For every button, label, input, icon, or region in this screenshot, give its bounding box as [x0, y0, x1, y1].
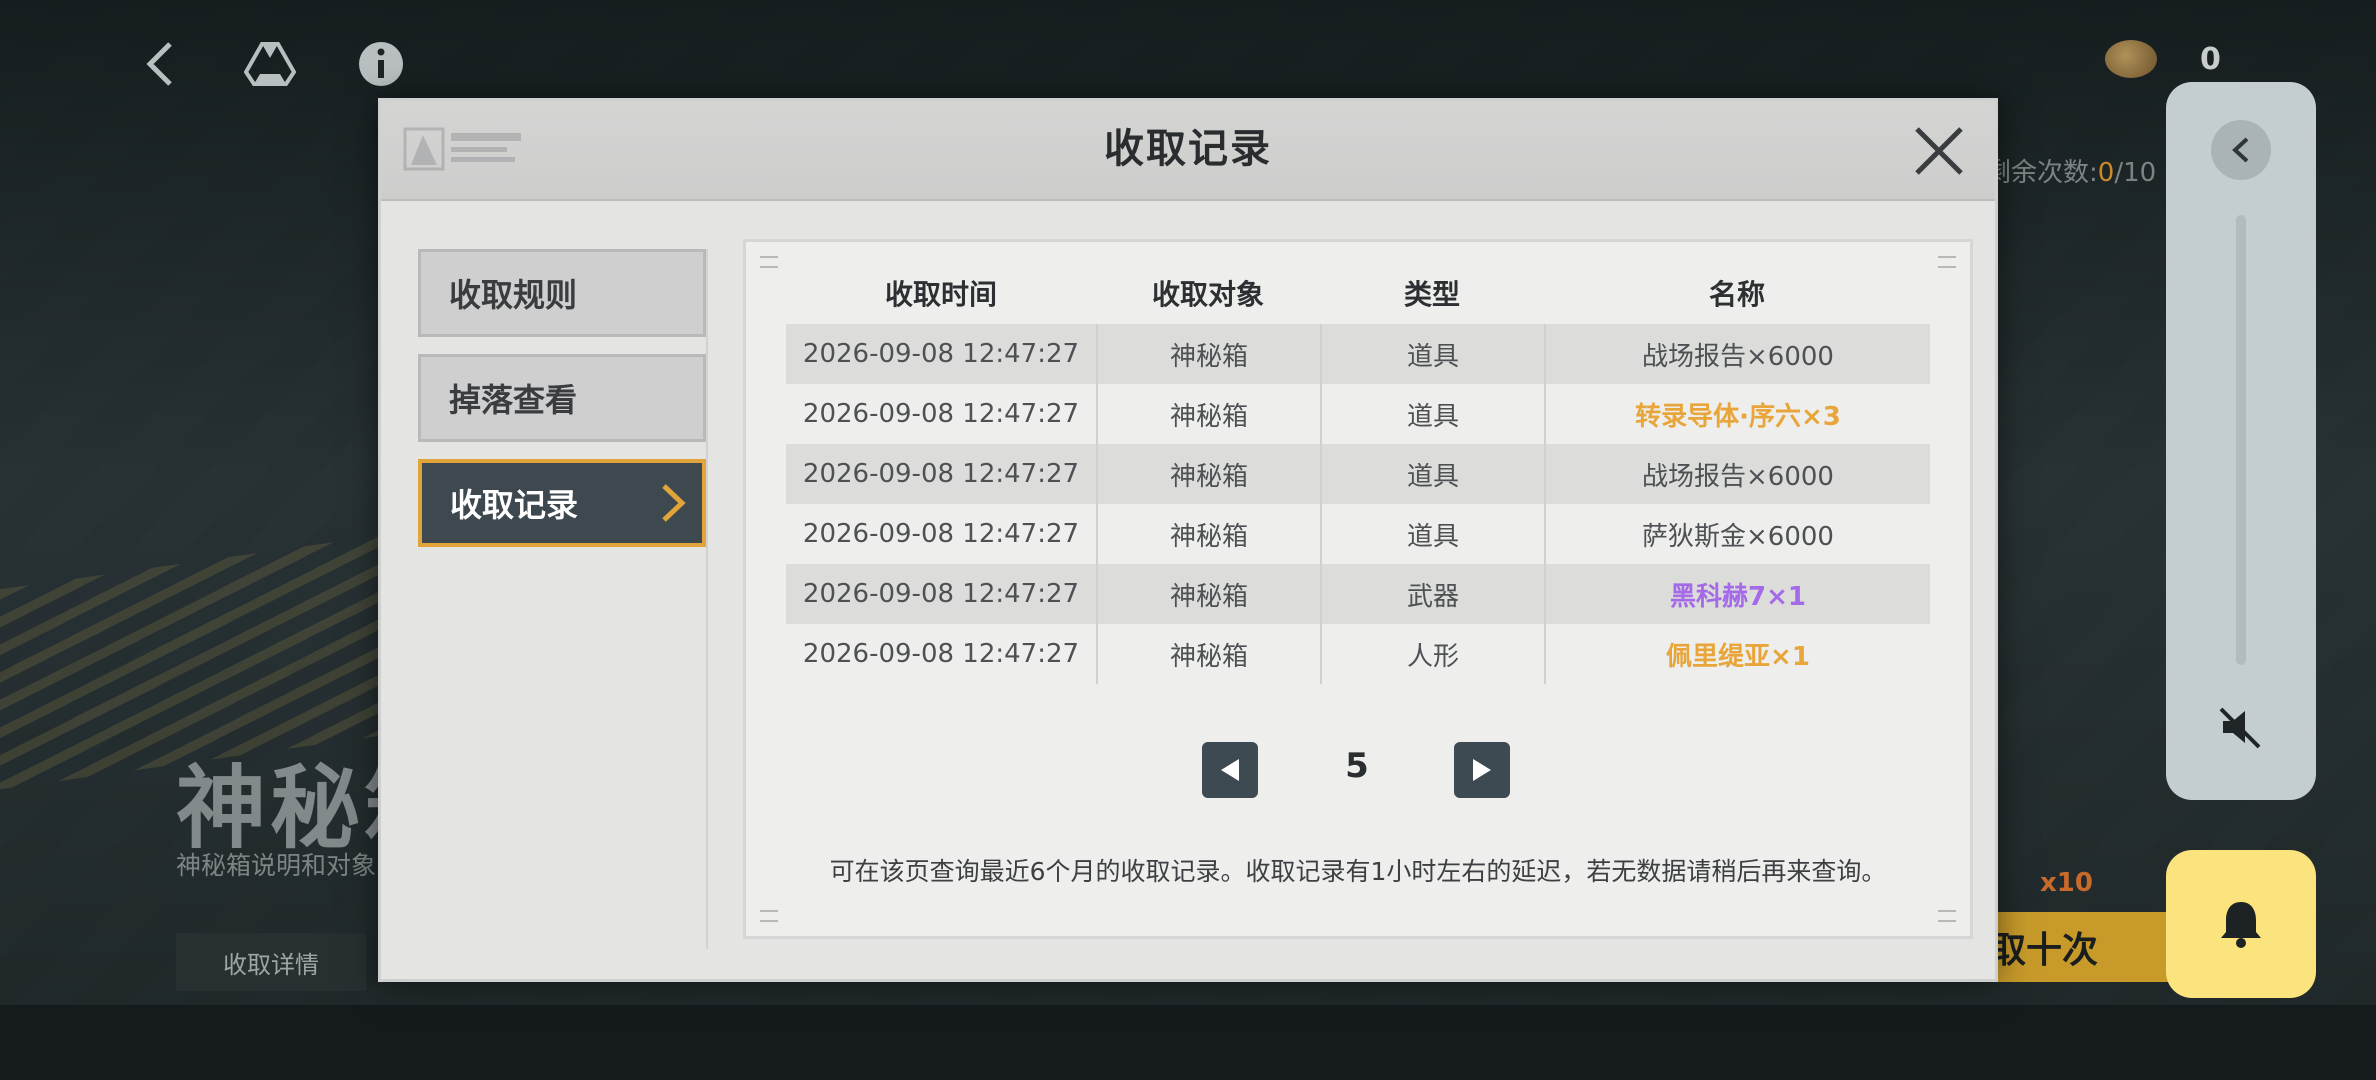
close-icon[interactable]: [1911, 123, 1967, 179]
detail-button[interactable]: 收取详情: [176, 933, 366, 991]
background-description: 神秘箱说明和对象: [176, 851, 377, 880]
header-target: 收取对象: [1151, 278, 1264, 311]
table-row: 2026-09-08 12:47:27 神秘箱 道具 战场报告×6000: [786, 324, 1930, 384]
table-row: 2026-09-08 12:47:27 神秘箱 道具 萨狄斯金×6000: [786, 504, 1930, 564]
nav-label: 收取记录: [450, 486, 579, 524]
nav-collect-records[interactable]: 收取记录: [418, 459, 706, 547]
records-table: 收取时间 收取对象 类型 名称 2026-09-08 12:47:27 神秘箱 道具…: [786, 262, 1930, 684]
info-icon[interactable]: [355, 38, 407, 90]
remaining-label: 剩余次数:: [1985, 158, 2098, 188]
next-page-icon[interactable]: [1454, 742, 1510, 798]
table-header-row: 收取时间 收取对象 类型 名称: [786, 262, 1930, 324]
remaining-current: 0: [2097, 158, 2115, 188]
currency-count: 0: [2200, 42, 2221, 77]
bell-icon: [2221, 902, 2261, 948]
cell-target: 神秘箱: [1096, 444, 1320, 504]
nav-collect-rules[interactable]: 收取规则: [418, 249, 706, 337]
nav-divider: [706, 249, 708, 949]
cell-type: 道具: [1320, 324, 1544, 384]
corner-mark: [760, 910, 778, 922]
page-number: 5: [1345, 746, 1369, 786]
cell-type: 武器: [1320, 564, 1544, 624]
records-modal: 收取记录 收取规则 掉落查看 收取记录 收取时间 收取对象 类型 名称 2026…: [378, 98, 1998, 982]
records-body: 2026-09-08 12:47:27 神秘箱 道具 战场报告×6000 2026-09…: [786, 324, 1930, 684]
pagination: 5: [746, 742, 1970, 802]
cell-name: 战场报告×6000: [1544, 324, 1930, 384]
cell-target: 神秘箱: [1096, 624, 1320, 684]
modal-title: 收取记录: [1104, 126, 1272, 172]
cell-type: 道具: [1320, 384, 1544, 444]
cell-type: 道具: [1320, 504, 1544, 564]
table-row: 2026-09-08 12:47:27 神秘箱 武器 黑科赫7×1: [786, 564, 1930, 624]
mute-icon[interactable]: [2211, 697, 2271, 757]
cell-time: 2026-09-08 12:47:27: [786, 324, 1096, 384]
cell-target: 神秘箱: [1096, 504, 1320, 564]
nav-label: 掉落查看: [449, 381, 578, 419]
cell-name: 黑科赫7×1: [1544, 564, 1930, 624]
corner-mark: [760, 256, 778, 268]
records-note: 可在该页查询最近6个月的收取记录。收取记录有1小时左右的延迟，若无数据请稍后再来…: [829, 857, 1887, 886]
chevron-right-icon: [662, 484, 686, 522]
nav-drop-view[interactable]: 掉落查看: [418, 354, 706, 442]
table-row: 2026-09-08 12:47:27 神秘箱 道具 转录导体·序六×3: [786, 384, 1930, 444]
table-row: 2026-09-08 12:47:27 神秘箱 人形 佩里缇亚×1: [786, 624, 1930, 684]
drive-icon[interactable]: [244, 38, 296, 90]
remaining-count: 剩余次数:0/10: [1985, 152, 2156, 189]
header-type: 类型: [1403, 278, 1460, 311]
cell-type: 人形: [1320, 624, 1544, 684]
volume-slider[interactable]: [2236, 215, 2246, 665]
cell-time: 2026-09-08 12:47:27: [786, 444, 1096, 504]
side-control-panel: [2166, 82, 2316, 800]
cell-name: 战场报告×6000: [1544, 444, 1930, 504]
cell-time: 2026-09-08 12:47:27: [802, 399, 1080, 429]
corner-mark: [1938, 256, 1956, 268]
table-row: 2026-09-08 12:47:27 神秘箱 道具 战场报告×6000: [786, 444, 1930, 504]
cell-target: 神秘箱: [1096, 324, 1320, 384]
bottom-bar: [0, 1005, 2376, 1080]
records-panel: 收取时间 收取对象 类型 名称 2026-09-08 12:47:27 神秘箱 道具…: [743, 239, 1973, 939]
header-time: 收取时间: [884, 278, 997, 311]
cell-target: 神秘箱: [1096, 564, 1320, 624]
cell-name: 佩里缇亚×1: [1544, 624, 1930, 684]
cell-name: 转录导体·序六×3: [1544, 384, 1930, 444]
cell-target: 神秘箱: [1096, 384, 1320, 444]
remaining-total: /10: [2114, 158, 2157, 188]
nav-label: 收取规则: [449, 276, 578, 314]
header-name: 名称: [1708, 278, 1765, 311]
cell-time: 2026-09-08 12:47:27: [802, 639, 1080, 669]
corner-mark: [1938, 910, 1956, 922]
back-icon[interactable]: [134, 38, 186, 90]
cell-name: 萨狄斯金×6000: [1544, 504, 1930, 564]
cell-time: 2026-09-08 12:47:27: [802, 519, 1080, 549]
prev-page-icon[interactable]: [1202, 742, 1258, 798]
bell-button[interactable]: [2166, 850, 2316, 998]
cell-type: 道具: [1320, 444, 1544, 504]
cell-time: 2026-09-08 12:47:27: [786, 564, 1096, 624]
modal-header: 收取记录: [381, 101, 1995, 201]
collapse-icon[interactable]: [2211, 120, 2271, 180]
coin-icon: [2105, 40, 2157, 78]
ten-multiplier: x10: [2040, 868, 2093, 898]
